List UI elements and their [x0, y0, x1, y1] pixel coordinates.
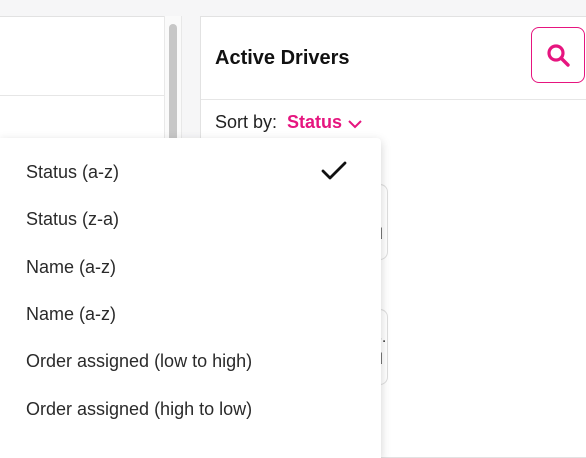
panel-divider — [201, 99, 586, 100]
left-panel-divider — [0, 95, 164, 96]
sort-option-status-asc[interactable]: Status (a-z) — [26, 162, 119, 183]
chevron-down-icon[interactable] — [347, 113, 363, 134]
check-icon — [321, 161, 347, 180]
sort-option-name-asc-2[interactable]: Name (a-z) — [26, 304, 116, 325]
sort-dropdown-menu: Status (a-z) Status (z-a) Name (a-z) Nam… — [0, 138, 381, 458]
scrollbar-thumb[interactable] — [169, 24, 177, 144]
sort-option-status-desc[interactable]: Status (z-a) — [26, 209, 119, 230]
sort-option-name-asc[interactable]: Name (a-z) — [26, 257, 116, 278]
sort-option-order-high-low[interactable]: Order assigned (high to low) — [26, 399, 252, 420]
search-button[interactable] — [531, 27, 585, 83]
search-icon — [547, 44, 570, 67]
sort-control[interactable]: Sort by: Status — [215, 112, 363, 134]
sort-value[interactable]: Status — [287, 112, 342, 132]
panel-title: Active Drivers — [215, 47, 350, 69]
sort-label: Sort by: — [215, 112, 278, 132]
sort-option-order-low-high[interactable]: Order assigned (low to high) — [26, 351, 252, 372]
